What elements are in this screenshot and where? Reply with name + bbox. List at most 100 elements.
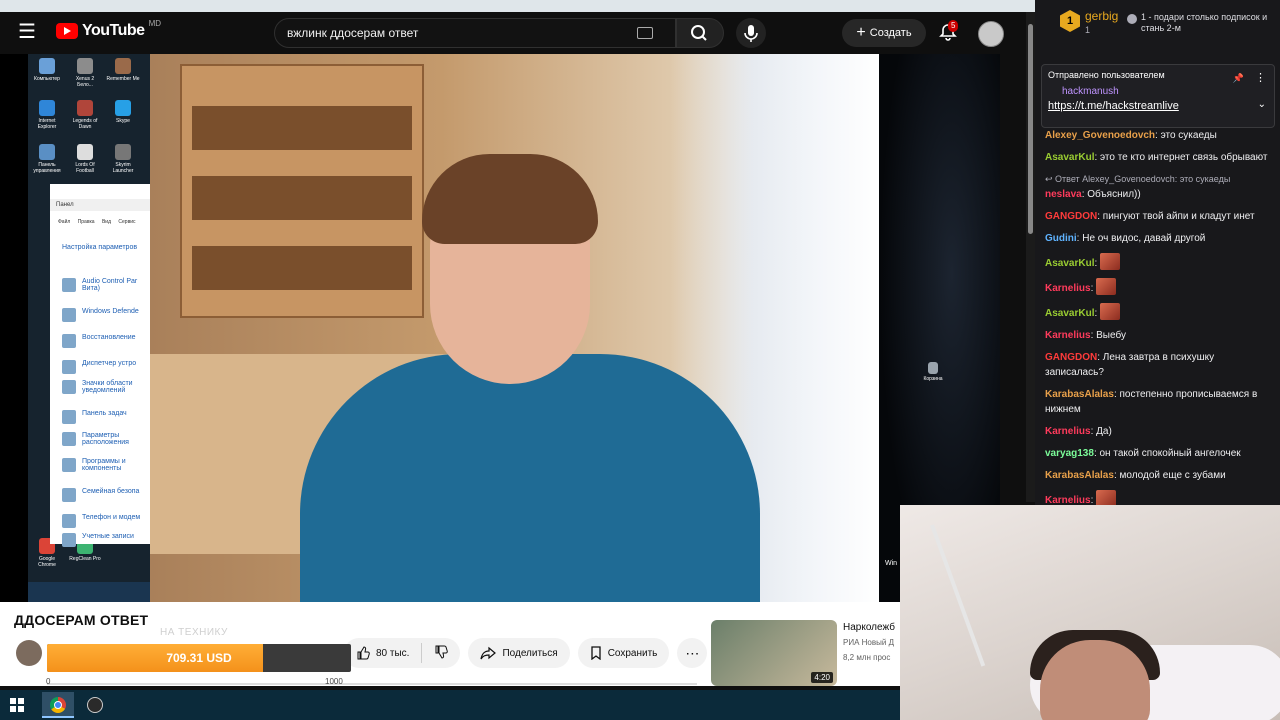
- control-panel-item: Windows Defende: [62, 308, 152, 322]
- chat-username[interactable]: varyag138: [1045, 448, 1094, 459]
- plus-icon: +: [856, 24, 866, 41]
- voice-search-button[interactable]: [736, 18, 766, 48]
- video-actions: 80 тыс. Поделиться Сохранить ⋯: [344, 638, 708, 668]
- video-player[interactable]: Компьютер Xenus 2 Бело... Remember Me In…: [0, 54, 1000, 602]
- youtube-header: ☰ YouTube MD вжлинк ддосерам ответ + Созд…: [0, 12, 1022, 54]
- donation-scale-min: 0: [46, 677, 51, 686]
- pin-icon[interactable]: 📌: [1233, 73, 1244, 84]
- menu-icon[interactable]: ☰: [18, 22, 40, 42]
- chat-text: : это те кто интернет связь обрывают: [1094, 152, 1268, 163]
- like-dislike-group: 80 тыс.: [344, 638, 461, 668]
- desktop-icon: Legends of Dawn: [68, 100, 102, 130]
- donation-goal-bar: 709.31 USD: [47, 644, 351, 672]
- chat-username[interactable]: Gudini: [1045, 233, 1077, 244]
- video-progress-track[interactable]: [47, 683, 697, 685]
- pinned-link[interactable]: https://t.me/hackstreamlive: [1048, 100, 1179, 112]
- top-gifter-name[interactable]: gerbig: [1085, 9, 1118, 23]
- pinned-options-icon[interactable]: ⋮: [1255, 71, 1266, 84]
- microphone-icon: [744, 25, 758, 42]
- windows-start-icon[interactable]: [10, 698, 24, 712]
- streamer-face: [1040, 640, 1150, 720]
- chat-username[interactable]: Karnelius: [1045, 426, 1091, 437]
- thumbs-down-icon: [435, 645, 449, 659]
- account-avatar[interactable]: [978, 21, 1004, 47]
- recommended-video-thumbnail[interactable]: 4:20: [711, 620, 837, 686]
- control-panel-item: Значки области уведомлений: [62, 380, 152, 394]
- youtube-logo[interactable]: YouTube MD: [56, 18, 162, 40]
- chat-username[interactable]: Alexey_Govenoedovch: [1045, 130, 1155, 141]
- rank-badge: 1: [1060, 10, 1080, 32]
- like-button[interactable]: 80 тыс.: [356, 646, 409, 660]
- chat-text: : Да): [1090, 426, 1112, 437]
- webcam-overlay: [900, 505, 1280, 720]
- logo-region: MD: [148, 18, 162, 28]
- keyboard-icon[interactable]: [637, 27, 653, 39]
- share-icon: [480, 646, 497, 660]
- chat-username[interactable]: Karnelius: [1045, 330, 1091, 341]
- pinned-user[interactable]: hackmanush: [1062, 86, 1119, 97]
- taskbar-obs-button[interactable]: [79, 692, 111, 718]
- pinned-message[interactable]: Отправлено пользователем hackmanush http…: [1041, 64, 1275, 128]
- person-shirt: [300, 354, 760, 602]
- webcam-scene-cable: [930, 524, 986, 667]
- chat-username[interactable]: KarabasAlalas: [1045, 389, 1114, 400]
- chevron-down-icon[interactable]: ⌄: [1258, 99, 1266, 110]
- dislike-button[interactable]: [434, 645, 449, 662]
- donation-scale-max: 1000: [325, 677, 343, 686]
- chat-text: : он такой спокойный ангелочек: [1093, 448, 1241, 459]
- chat-username[interactable]: GANGDON: [1045, 352, 1097, 363]
- chat-text: : пингуют твой айпи и кладут инет: [1097, 211, 1255, 222]
- recommended-video-title[interactable]: Нарколежб: [843, 622, 900, 633]
- create-button[interactable]: + Создать: [842, 19, 926, 47]
- chat-emote: [1100, 303, 1121, 320]
- chat-messages: Alexey_Govenoedovch: это сукаеды AsavarKu…: [1045, 128, 1273, 515]
- chat-message: Alexey_Govenoedovch: это сукаеды: [1045, 128, 1273, 143]
- control-panel-item: Audio Control Par Вита): [62, 278, 152, 292]
- chat-text: : Не оч видос, давай другой: [1076, 233, 1206, 244]
- chat-username[interactable]: AsavarKul: [1045, 308, 1094, 319]
- desktop-icon: Панель управления: [30, 144, 64, 174]
- control-panel-item: Восстановление: [62, 334, 152, 348]
- donation-amount: 709.31 USD: [166, 651, 232, 665]
- share-label: Поделиться: [502, 647, 558, 659]
- desktop-icon: Remember Me: [106, 58, 140, 82]
- thumbs-up-icon: [357, 646, 370, 660]
- chat-username[interactable]: GANGDON: [1045, 211, 1097, 222]
- recommended-channel[interactable]: РИА Новый Д: [843, 638, 900, 647]
- recommended-views: 8,2 млн прос: [843, 653, 891, 662]
- share-button[interactable]: Поделиться: [468, 638, 570, 668]
- search-input[interactable]: вжлинк ддосерам ответ: [274, 18, 676, 48]
- chat-message: Karnelius: Выебу: [1045, 328, 1273, 343]
- chat-message: AsavarKul: это те кто интернет связь обр…: [1045, 150, 1273, 165]
- chat-username[interactable]: KarabasAlalas: [1045, 470, 1114, 481]
- control-panel-window: Панел Файл Правка Вид Сервис Настройка п…: [50, 184, 152, 547]
- chat-message: KarabasAlalas: постепенно прописываемся …: [1045, 387, 1273, 417]
- save-button[interactable]: Сохранить: [577, 638, 670, 668]
- chat-leaderboard: 1 gerbig 1 1 - подари столько подписок и…: [1035, 0, 1280, 58]
- like-count: 80 тыс.: [376, 647, 410, 659]
- address-bar: Панел: [50, 199, 150, 211]
- desktop-icon: Skype: [106, 100, 140, 124]
- page-scrollbar[interactable]: [1026, 12, 1035, 502]
- chrome-icon: [50, 697, 66, 713]
- youtube-play-icon: [56, 23, 78, 39]
- control-panel-item: Панель задач: [62, 410, 152, 424]
- control-panel-item: Параметры расположения: [62, 432, 152, 446]
- channel-avatar[interactable]: [16, 640, 42, 666]
- person-hair: [422, 154, 598, 244]
- chat-message: AsavarKul:: [1045, 253, 1273, 271]
- search-button[interactable]: [676, 18, 724, 48]
- chat-username[interactable]: AsavarKul: [1045, 258, 1094, 269]
- more-actions-button[interactable]: ⋯: [677, 638, 708, 668]
- obs-icon: [87, 697, 103, 713]
- desktop-icon: Skyrim Launcher: [106, 144, 140, 174]
- chat-username[interactable]: AsavarKul: [1045, 152, 1094, 163]
- chat-username[interactable]: Karnelius: [1045, 283, 1091, 294]
- chat-username[interactable]: neslava: [1045, 189, 1082, 200]
- chat-panel: 1 gerbig 1 1 - подари столько подписок и…: [1035, 0, 1280, 507]
- control-panel-heading: Настройка параметров: [62, 244, 138, 251]
- taskbar-chrome-button[interactable]: [42, 692, 74, 718]
- scrollbar-thumb[interactable]: [1028, 24, 1033, 234]
- search-icon: [691, 25, 707, 41]
- notifications-button[interactable]: 5: [938, 20, 959, 42]
